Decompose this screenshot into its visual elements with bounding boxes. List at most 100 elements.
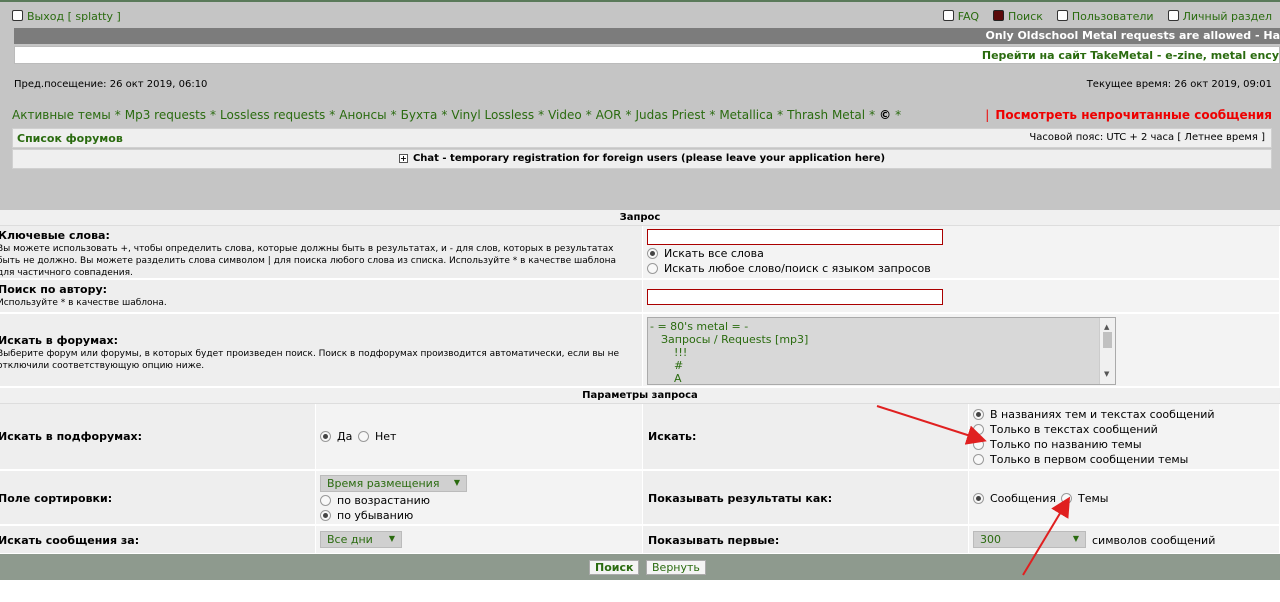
forum-option[interactable]: - = 80's metal = - (650, 320, 1115, 333)
sort-desc[interactable]: по убыванию (320, 509, 413, 522)
nav-announcements[interactable]: Анонсы (339, 108, 386, 122)
search-in-opt-4[interactable]: Только в первом сообщении темы (973, 453, 1188, 466)
radio-asc[interactable] (320, 495, 331, 506)
author-label: Поиск по автору: (0, 283, 108, 296)
query-header: Запрос (0, 210, 1280, 226)
forums-listbox[interactable]: - = 80's metal = - Запросы / Requests [m… (647, 317, 1116, 385)
users-icon (1056, 10, 1068, 21)
period-label-cell: Искать сообщения за: (0, 526, 316, 554)
nav-video[interactable]: Video (548, 108, 582, 122)
show-as-topics[interactable]: Темы (1061, 492, 1108, 505)
radio-text-only[interactable] (973, 424, 984, 435)
personal-link[interactable]: Личный раздел (1167, 10, 1272, 23)
takemetal-marquee[interactable]: Перейти на сайт TakeMetal - e-zine, meta… (14, 46, 1280, 64)
nav-lossless-requests[interactable]: Lossless requests (220, 108, 325, 122)
dropdown-arrow-icon: ▼ (388, 534, 395, 543)
sort-cell: Время размещения ▼ по возрастанию по убыв… (316, 471, 643, 525)
search-in-label-cell: Искать: (643, 404, 969, 470)
listbox-scrollbar[interactable]: ▲ ▼ (1099, 318, 1115, 384)
subforums-no[interactable]: Нет (358, 430, 396, 443)
current-time: Текущее время: 26 окт 2019, 09:01 (1086, 79, 1272, 90)
show-as-label: Показывать результаты как: (648, 492, 833, 505)
users-link[interactable]: Пользователи (1056, 10, 1154, 23)
show-as-cell: Сообщения Темы (969, 471, 1280, 525)
logout-link[interactable]: Выход [ splatty ] (12, 10, 121, 23)
search-in-opt-2[interactable]: Только в текстах сообщений (973, 423, 1158, 436)
forum-option[interactable]: !!! (650, 346, 1115, 359)
plus-icon: + (398, 154, 408, 163)
forum-option[interactable]: Запросы / Requests [mp3] (650, 333, 1115, 346)
radio-any-word[interactable] (647, 263, 658, 274)
radio-no[interactable] (358, 431, 369, 442)
sort-select[interactable]: Время размещения ▼ (320, 475, 467, 492)
radio-first-post[interactable] (973, 454, 984, 465)
author-input-cell (643, 280, 1280, 313)
nav-vinyl-lossless[interactable]: Vinyl Lossless (451, 108, 534, 122)
keywords-input-cell: Искать все слова Искать любое слово/поис… (643, 226, 1280, 279)
forums-label-cell: Искать в форумах: Выберите форум или фор… (0, 314, 643, 387)
nav-active-topics[interactable]: Активные темы (12, 108, 111, 122)
keywords-label: Ключевые слова: (0, 229, 110, 242)
author-desc: Используйте * в качестве шаблона. (0, 298, 167, 308)
search-in-label: Искать: (648, 430, 697, 443)
params-header: Параметры запроса (0, 388, 1280, 404)
nav-copyright[interactable]: © (879, 108, 891, 122)
forum-option[interactable]: # (650, 359, 1115, 372)
search-in-opt-1[interactable]: В названиях тем и текстах сообщений (973, 408, 1215, 421)
reset-button[interactable]: Вернуть (646, 560, 706, 575)
nav-mp3-requests[interactable]: Mp3 requests (125, 108, 206, 122)
keywords-label-cell: Ключевые слова: Вы можете использовать +… (0, 226, 643, 279)
radio-desc[interactable] (320, 510, 331, 521)
sort-asc[interactable]: по возрастанию (320, 494, 430, 507)
subforums-label-cell: Искать в подфорумах: (0, 404, 316, 470)
radio-posts[interactable] (973, 493, 984, 504)
search-button[interactable]: Поиск (589, 560, 640, 575)
chat-bar[interactable]: + Chat - temporary registration for forei… (12, 149, 1272, 169)
search-in-cell: В названиях тем и текстах сообщений Толь… (969, 404, 1280, 470)
show-first-label: Показывать первые: (648, 534, 780, 547)
faq-icon (942, 10, 954, 21)
nav-bay[interactable]: Бухта (401, 108, 438, 122)
author-input[interactable] (647, 289, 943, 305)
nav-aor[interactable]: AOR (596, 108, 622, 122)
subforums-cell: Да Нет (316, 404, 643, 470)
radio-yes[interactable] (320, 431, 331, 442)
radio-titles-and-text[interactable] (973, 409, 984, 420)
subforums-yes[interactable]: Да (320, 430, 352, 443)
timezone: Часовой пояс: UTC + 2 часа [ Летнее врем… (1029, 132, 1265, 143)
keywords-all-option[interactable]: Искать все слова (647, 247, 764, 260)
search-link[interactable]: Поиск (993, 10, 1043, 23)
forum-list-link[interactable]: Список форумов (17, 132, 123, 145)
keywords-any-option[interactable]: Искать любое слово/поиск с языком запрос… (647, 262, 931, 275)
period-label: Искать сообщения за: (0, 534, 140, 547)
show-first-cell: 300 ▼ символов сообщений (969, 526, 1280, 554)
show-first-select[interactable]: 300 ▼ (973, 531, 1086, 548)
show-as-posts[interactable]: Сообщения (973, 492, 1056, 505)
sort-label-cell: Поле сортировки: (0, 471, 316, 525)
search-form: Запрос Ключевые слова: Вы можете использ… (0, 210, 1280, 602)
faq-link[interactable]: FAQ (942, 10, 979, 23)
author-label-cell: Поиск по автору: Используйте * в качеств… (0, 280, 643, 313)
show-first-suffix: символов сообщений (1092, 534, 1216, 547)
forum-option[interactable]: A (650, 372, 1115, 384)
dropdown-arrow-icon: ▼ (1072, 534, 1079, 543)
search-in-opt-3[interactable]: Только по названию темы (973, 438, 1142, 451)
nav-metallica[interactable]: Metallica (719, 108, 773, 122)
radio-topics[interactable] (1061, 493, 1072, 504)
keywords-input[interactable] (647, 229, 943, 245)
period-cell: Все дни ▼ (316, 526, 643, 554)
forums-desc: Выберите форум или форумы, в которых буд… (0, 349, 620, 371)
form-footer: Поиск Вернуть (0, 554, 1280, 580)
keywords-desc: Вы можете использовать +, чтобы определи… (0, 244, 616, 278)
scroll-thumb[interactable] (1103, 332, 1112, 348)
show-as-label-cell: Показывать результаты как: (643, 471, 969, 525)
radio-title-only[interactable] (973, 439, 984, 450)
period-select[interactable]: Все дни ▼ (320, 531, 402, 548)
logout-icon (12, 10, 23, 21)
scroll-down-icon[interactable]: ▼ (1104, 368, 1109, 381)
radio-all-words[interactable] (647, 248, 658, 259)
nav-thrash-metal[interactable]: Thrash Metal (787, 108, 865, 122)
nav-judas-priest[interactable]: Judas Priest (635, 108, 705, 122)
unread-link[interactable]: Посмотреть непрочитанные сообщения (995, 108, 1272, 122)
announcement-marquee: Only Oldschool Metal requests are allowe… (14, 28, 1280, 44)
